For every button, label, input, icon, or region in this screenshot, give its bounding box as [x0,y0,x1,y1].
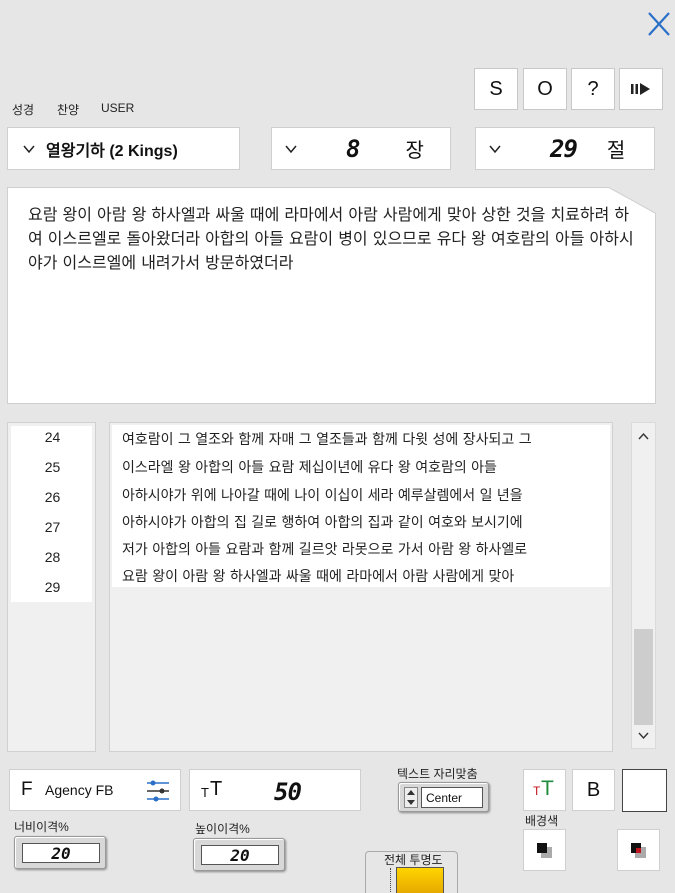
list-item[interactable]: 아하시야가 아합의 집 길로 행하여 아합의 집과 같이 여호와 보시기에 [122,512,523,532]
opacity-label: 전체 투명도 [384,853,443,867]
list-item[interactable]: 28 [8,549,97,565]
vertical-scrollbar[interactable] [631,422,656,749]
list-item[interactable]: 29 [8,579,97,595]
bold-button[interactable]: B [572,769,615,811]
color-swatch[interactable] [622,769,667,812]
size-prefix-large: T [210,778,223,800]
scroll-up-icon[interactable] [637,431,650,441]
width-spacing-control[interactable]: 20 [14,836,106,869]
list-item[interactable]: 여호람이 그 열조와 함께 자매 그 열조들과 함께 다윗 성에 장사되고 그 [122,429,532,449]
opacity-level-bar[interactable] [396,867,444,893]
size-prefix-small: T [201,785,209,800]
list-item[interactable]: 24 [8,429,97,445]
chapter-unit: 장 [405,138,424,162]
tab-user[interactable]: USER [101,101,134,115]
scrollbar-thumb[interactable] [634,629,653,725]
verse-number: 29 [550,134,578,163]
verse-unit: 절 [606,138,626,162]
book-name: 열왕기하 (2 Kings) [46,142,178,160]
font-prefix-label: F [21,779,33,800]
color-layers-icon [537,843,552,858]
chevron-down-icon [23,145,35,153]
height-spacing-control[interactable]: 20 [193,838,285,871]
chevron-down-icon [489,145,501,153]
s-button[interactable]: S [474,68,518,110]
scroll-down-icon[interactable] [637,731,650,741]
list-item[interactable]: 요람 왕이 아람 왕 하사엘과 싸울 때에 라마에서 아람 사람에게 맞아 [122,566,514,586]
text-align-control[interactable]: Center [398,782,489,812]
pause-play-icon [631,83,650,95]
color-swap-icon [631,843,646,858]
tab-hymn[interactable]: 찬양 [57,101,79,118]
fg-bg-swap-button[interactable] [617,829,660,871]
play-pause-button[interactable] [619,68,663,110]
color-t-small: T [533,784,541,798]
bg-color-button[interactable] [523,829,566,871]
list-item[interactable]: 26 [8,489,97,505]
o-button[interactable]: O [523,68,567,110]
align-spinner[interactable] [404,787,418,808]
verse-text: 요람 왕이 아람 왕 하사엘과 싸울 때에 라마에서 아람 사람에게 맞아 상한… [28,205,634,272]
help-button[interactable]: ? [571,68,615,110]
bg-color-label: 배경색 [525,814,559,828]
chevron-down-icon [285,145,297,153]
width-spacing-value[interactable]: 20 [22,843,100,863]
text-align-label: 텍스트 자리맞춤 [397,767,478,781]
list-item[interactable]: 이스라엘 왕 아합의 아들 요람 제십이년에 유다 왕 여호람의 아들 [122,457,497,477]
font-selector[interactable]: F Agency FB [9,769,181,811]
width-spacing-label: 너비이격% [14,820,69,834]
verse-text-list[interactable]: 여호람이 그 열조와 함께 자매 그 열조들과 함께 다윗 성에 장사되고 그 … [109,422,613,752]
text-color-button[interactable]: T T [523,769,566,811]
font-size-value: 50 [274,778,302,806]
book-selector[interactable]: 열왕기하 (2 Kings) [7,127,240,170]
verse-selector[interactable]: 29 절 [475,127,655,170]
opacity-panel: 전체 투명도 [365,851,458,893]
spinner-arrows-icon [407,790,415,805]
color-t-large: T [541,777,554,800]
list-item[interactable]: 25 [8,459,97,475]
chapter-selector[interactable]: 8 장 [271,127,451,170]
sliders-icon[interactable] [145,778,171,804]
font-size-field[interactable]: T T 50 [189,769,361,811]
tab-bible[interactable]: 성경 [12,101,34,118]
list-item[interactable]: 27 [8,519,97,535]
font-name: Agency FB [45,782,114,798]
chapter-number: 8 [346,134,360,163]
verse-number-list[interactable]: 24 25 26 27 28 29 [7,422,96,752]
list-item[interactable]: 저가 아합의 아들 요람과 함께 길르앗 라못으로 가서 아람 왕 하사엘로 [122,539,527,559]
height-spacing-value[interactable]: 20 [201,845,279,865]
height-spacing-label: 높이이격% [195,822,250,836]
align-value: Center [421,787,483,808]
list-item[interactable]: 아하시야가 위에 나아갈 때에 나이 이십이 세라 예루살렘에서 일 년을 [122,485,523,505]
close-icon[interactable] [642,8,674,40]
